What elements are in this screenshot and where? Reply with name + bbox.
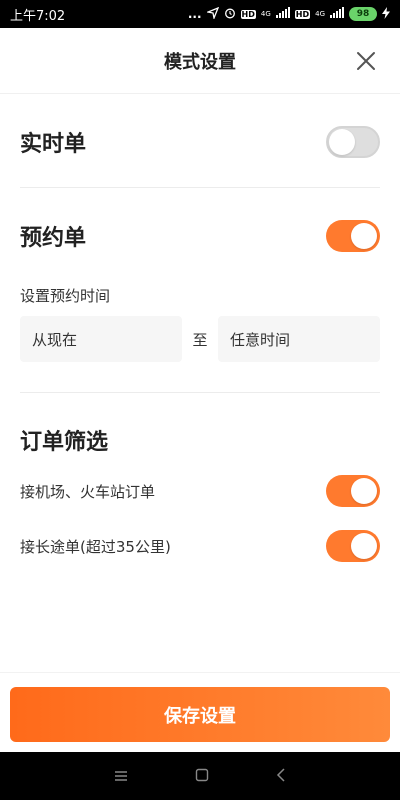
alarm-icon: [224, 7, 236, 22]
filter-item-label: 接机场、火车站订单: [20, 482, 156, 501]
filter-title-row: 订单筛选: [20, 422, 380, 458]
realtime-toggle[interactable]: [326, 126, 380, 158]
reservation-row: 预约单: [20, 216, 380, 256]
page-header: 模式设置: [0, 28, 400, 94]
reservation-toggle[interactable]: [326, 220, 380, 252]
toggle-knob: [351, 533, 377, 559]
realtime-row: 实时单: [20, 122, 380, 162]
bottom-bar: 保存设置: [0, 672, 400, 752]
network-type-2: 4G: [315, 10, 325, 18]
home-icon[interactable]: [195, 767, 209, 786]
long-distance-toggle[interactable]: [326, 530, 380, 562]
time-from-value: 从现在: [32, 330, 78, 349]
status-icons: ... HD 4G HD 4G 98: [187, 6, 390, 22]
time-to-value: 任意时间: [229, 330, 290, 349]
toggle-knob: [351, 223, 377, 249]
hd-badge-2: HD: [294, 9, 311, 19]
system-nav-bar: [0, 752, 400, 800]
realtime-label: 实时单: [20, 132, 87, 157]
time-to-field[interactable]: 任意时间: [217, 316, 380, 362]
toggle-knob: [329, 129, 355, 155]
reservation-time-label-row: 设置预约时间: [20, 283, 380, 307]
reservation-time-range: 从现在 至 任意时间: [20, 316, 380, 362]
filter-item-long-distance: 接长途单(超过35公里): [20, 530, 380, 562]
divider: [20, 187, 380, 188]
signal-icon-2: [330, 7, 344, 21]
divider: [20, 392, 380, 393]
signal-icon-1: [275, 7, 290, 21]
status-bar: 上午7:02 ... HD 4G HD 4G 98: [0, 0, 400, 28]
filter-title: 订单筛选: [20, 430, 109, 455]
save-settings-button[interactable]: 保存设置: [10, 687, 390, 742]
back-icon[interactable]: [276, 767, 286, 786]
time-from-field[interactable]: 从现在: [20, 316, 182, 362]
reservation-time-label: 设置预约时间: [20, 286, 111, 305]
close-icon: [357, 52, 375, 70]
network-type-1: 4G: [260, 10, 271, 18]
charging-icon: [382, 6, 390, 22]
filter-item-label: 接长途单(超过35公里): [20, 537, 171, 556]
status-time: 上午7:02: [10, 8, 66, 24]
battery-indicator: 98: [349, 7, 377, 21]
page-title: 模式设置: [164, 51, 236, 73]
time-range-separator: 至: [192, 330, 208, 349]
menu-icon[interactable]: [114, 767, 128, 786]
more-dots: ...: [187, 7, 202, 21]
hd-badge-1: HD: [240, 9, 256, 19]
toggle-knob: [351, 478, 377, 504]
filter-item-airport: 接机场、火车站订单: [20, 475, 380, 507]
location-arrow-icon: [205, 6, 219, 22]
airport-station-toggle[interactable]: [326, 475, 380, 507]
close-button[interactable]: [354, 49, 378, 73]
reservation-label: 预约单: [20, 226, 87, 251]
